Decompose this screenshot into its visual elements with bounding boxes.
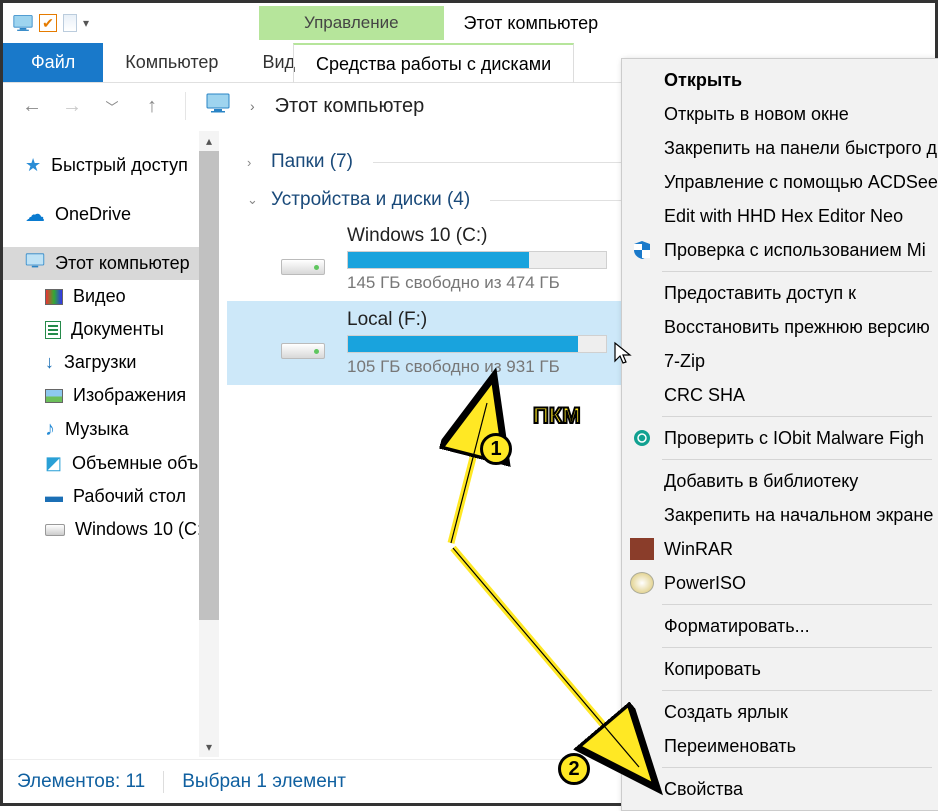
annotation-badge-2: 2 <box>558 753 590 785</box>
annotation-pkm-label: ПКМ <box>533 403 581 429</box>
annotation-arrows <box>3 3 938 809</box>
annotation-badge-1: 1 <box>480 433 512 465</box>
